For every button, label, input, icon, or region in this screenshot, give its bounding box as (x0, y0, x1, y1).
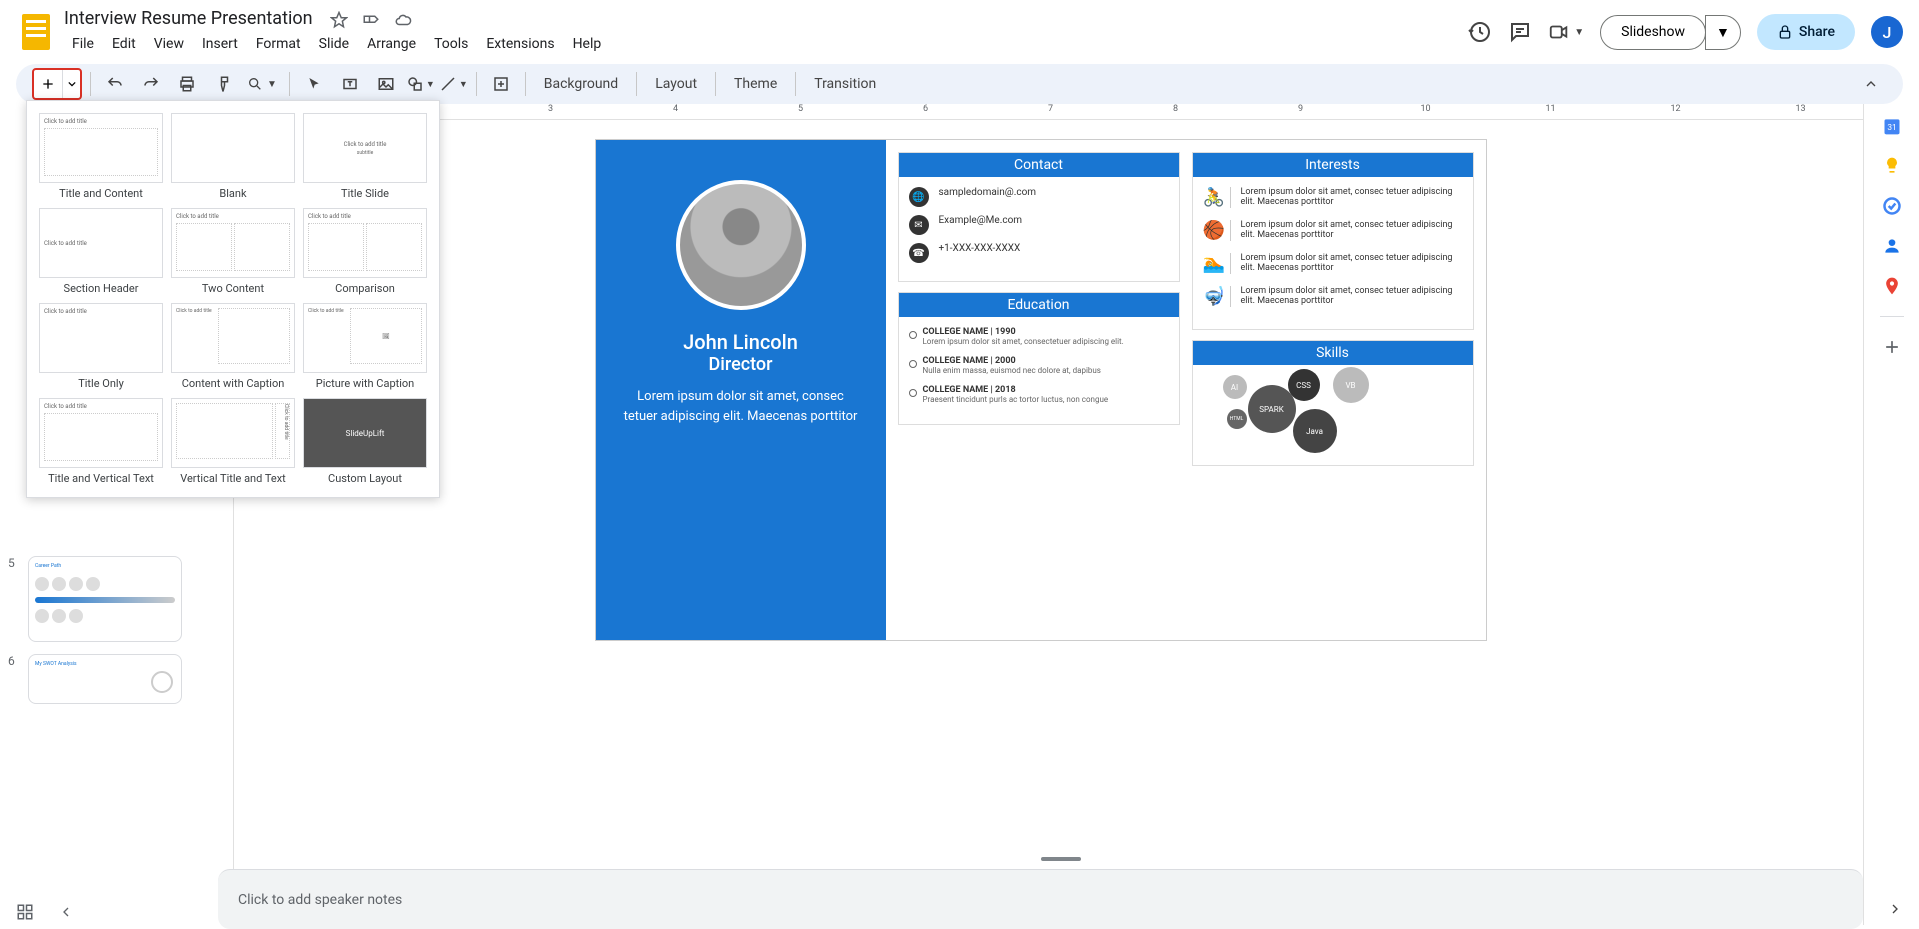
notes-resize-handle[interactable] (1041, 857, 1081, 861)
expand-side-panel-icon[interactable] (1887, 901, 1903, 917)
zoom-button[interactable]: ▼ (243, 68, 281, 100)
image-tool[interactable] (370, 68, 402, 100)
slideshow-button[interactable]: Slideshow (1600, 15, 1706, 50)
slideshow-caret[interactable]: ▼ (1705, 15, 1741, 50)
profile-photo (676, 180, 806, 310)
cycling-icon: 🚴 (1203, 187, 1231, 208)
user-avatar[interactable]: J (1871, 16, 1903, 48)
swimming-icon: 🏊 (1203, 253, 1231, 274)
new-slide-button[interactable] (34, 70, 62, 98)
paint-format-button[interactable] (207, 68, 239, 100)
line-tool[interactable]: ▼ (439, 68, 468, 100)
layout-custom[interactable]: SlideUpLiftCustom Layout (303, 398, 427, 485)
new-slide-caret[interactable] (62, 70, 80, 98)
slide-num-5: 5 (8, 556, 20, 642)
layout-title-content[interactable]: Click to add titleTitle and Content (39, 113, 163, 200)
comment-tool[interactable] (485, 68, 517, 100)
undo-button[interactable] (99, 68, 131, 100)
collapse-toolbar-icon[interactable] (1855, 68, 1887, 100)
profile-desc: Lorem ipsum dolor sit amet, consec tetue… (624, 387, 858, 426)
right-side-panel: 31 (1863, 104, 1919, 925)
menu-view[interactable]: View (146, 32, 192, 56)
doc-title[interactable]: Interview Resume Presentation (64, 8, 313, 29)
star-icon[interactable] (329, 10, 349, 30)
menu-file[interactable]: File (64, 32, 102, 56)
cloud-status-icon[interactable] (393, 10, 413, 30)
move-icon[interactable] (361, 10, 381, 30)
shape-tool[interactable]: ▼ (406, 68, 435, 100)
slide-thumb-6[interactable]: My SWOT Analysis (28, 654, 182, 704)
canvas-area: 12345678910111213 John Lincoln Director … (218, 104, 1863, 925)
education-card: Education COLLEGE NAME | 1990Lorem ipsum… (898, 292, 1180, 425)
notes-placeholder: Click to add speaker notes (238, 892, 402, 908)
history-icon[interactable] (1468, 20, 1492, 44)
grid-view-icon[interactable] (16, 903, 34, 921)
layout-vertical-title[interactable]: Click to add titleVertical Title and Tex… (171, 398, 295, 485)
globe-icon: 🌐 (909, 187, 929, 207)
layout-title-only[interactable]: Click to add titleTitle Only (39, 303, 163, 390)
redo-button[interactable] (135, 68, 167, 100)
layout-button[interactable]: Layout (645, 72, 707, 96)
menubar: File Edit View Insert Format Slide Arran… (64, 32, 1468, 56)
prev-slide-icon[interactable] (58, 904, 74, 920)
slide-canvas[interactable]: John Lincoln Director Lorem ipsum dolor … (596, 140, 1486, 640)
diving-icon: 🤿 (1203, 286, 1231, 307)
meet-icon[interactable]: ▼ (1548, 20, 1584, 44)
skills-card: Skills AI CSS SPARK VB Java HTML (1192, 340, 1474, 466)
profile-role: Director (709, 354, 773, 375)
theme-button[interactable]: Theme (724, 72, 787, 96)
transition-button[interactable]: Transition (804, 72, 886, 96)
layout-two-content[interactable]: Click to add titleTwo Content (171, 208, 295, 295)
maps-icon[interactable] (1882, 276, 1902, 296)
menu-insert[interactable]: Insert (194, 32, 246, 56)
background-button[interactable]: Background (534, 72, 628, 96)
toolbar: ▼ ▼ ▼ Background Layout Theme Transition (16, 64, 1903, 104)
print-button[interactable] (171, 68, 203, 100)
menu-help[interactable]: Help (565, 32, 610, 56)
contacts-icon[interactable] (1882, 236, 1902, 256)
layout-section-header[interactable]: Click to add titleSection Header (39, 208, 163, 295)
textbox-tool[interactable] (334, 68, 366, 100)
svg-text:31: 31 (1887, 123, 1896, 133)
profile-name: John Lincoln (683, 330, 798, 354)
layout-popup: Click to add titleTitle and Content Blan… (26, 100, 440, 498)
menu-arrange[interactable]: Arrange (359, 32, 424, 56)
layout-blank[interactable]: Blank (171, 113, 295, 200)
layout-title-vertical[interactable]: Click to add titleTitle and Vertical Tex… (39, 398, 163, 485)
keep-icon[interactable] (1882, 156, 1902, 176)
phone-icon: ☎ (909, 243, 929, 263)
menu-extensions[interactable]: Extensions (478, 32, 562, 56)
add-addon-icon[interactable] (1882, 337, 1902, 357)
app-header: Interview Resume Presentation File Edit … (0, 0, 1919, 64)
layout-picture-caption[interactable]: Click to add title🖼Picture with Caption (303, 303, 427, 390)
layout-title-slide[interactable]: Click to add titlesubtitleTitle Slide (303, 113, 427, 200)
tasks-icon[interactable] (1882, 196, 1902, 216)
slide-left-panel: John Lincoln Director Lorem ipsum dolor … (596, 140, 886, 640)
select-tool[interactable] (298, 68, 330, 100)
layout-comparison[interactable]: Click to add titleComparison (303, 208, 427, 295)
speaker-notes[interactable]: Click to add speaker notes (218, 869, 1863, 929)
slide-thumb-5[interactable]: Career Path (28, 556, 182, 642)
comments-icon[interactable] (1508, 20, 1532, 44)
horizontal-ruler: 12345678910111213 (218, 104, 1863, 120)
basketball-icon: 🏀 (1203, 220, 1231, 241)
share-button[interactable]: Share (1757, 14, 1855, 50)
new-slide-group (32, 68, 82, 100)
menu-format[interactable]: Format (248, 32, 309, 56)
contact-card: Contact 🌐sampledomain@.com ✉Example@Me.c… (898, 152, 1180, 282)
layout-content-caption[interactable]: Click to add titleContent with Caption (171, 303, 295, 390)
slide-num-6: 6 (8, 654, 20, 704)
menu-tools[interactable]: Tools (426, 32, 476, 56)
mail-icon: ✉ (909, 215, 929, 235)
menu-edit[interactable]: Edit (104, 32, 144, 56)
calendar-icon[interactable]: 31 (1882, 116, 1902, 136)
interests-card: Interests 🚴Lorem ipsum dolor sit amet, c… (1192, 152, 1474, 330)
slides-logo[interactable] (16, 12, 56, 52)
menu-slide[interactable]: Slide (311, 32, 357, 56)
